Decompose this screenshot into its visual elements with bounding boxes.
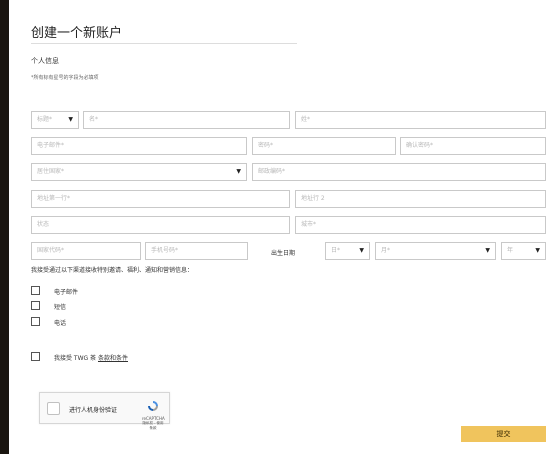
required-note: *所有标有星号的字段为必填项 <box>31 75 99 81</box>
chevron-down-icon: ▼ <box>485 247 490 254</box>
submit-button[interactable]: 提交 <box>461 426 546 442</box>
month-placeholder: 月* <box>381 247 391 254</box>
salutation-placeholder: 标题* <box>37 116 53 123</box>
address-line2-field[interactable]: 地址行 2 <box>295 190 546 208</box>
recaptcha-checkbox[interactable] <box>47 402 60 415</box>
country-placeholder: 居住国家* <box>37 168 65 175</box>
recaptcha-logo: reCAPTCHA 隐私权 - 使用条款 <box>142 397 165 431</box>
consent-phone-checkbox[interactable] <box>31 317 40 326</box>
chevron-down-icon: ▼ <box>535 247 540 254</box>
terms-prefix: 我接受 TWG 茶 <box>54 355 97 362</box>
last-name-field[interactable]: 姓* <box>295 111 546 129</box>
salutation-select[interactable]: 标题* ▼ <box>31 111 79 129</box>
recaptcha-widget: 进行人机身份验证 reCAPTCHA 隐私权 - 使用条款 <box>39 392 170 430</box>
recaptcha-label: 进行人机身份验证 <box>69 407 118 414</box>
chevron-down-icon: ▼ <box>236 168 241 175</box>
consent-sms-label: 短信 <box>54 304 67 311</box>
consent-phone-label: 电话 <box>54 320 67 327</box>
consent-intro: 我接受通过以下渠道接收特别邀请、福利、通知和营销信息： <box>31 267 194 274</box>
consent-email-checkbox[interactable] <box>31 286 40 295</box>
dob-month-select[interactable]: 月* ▼ <box>375 242 496 260</box>
city-field[interactable]: 城市* <box>295 216 546 234</box>
consent-sms-checkbox[interactable] <box>31 301 40 310</box>
password-field[interactable]: 密码* <box>252 137 396 155</box>
dob-year-select[interactable]: 年 ▼ <box>501 242 546 260</box>
terms-label: 我接受 TWG 茶 条款和条件 <box>54 353 128 362</box>
email-field[interactable]: 电子邮件* <box>31 137 247 155</box>
consent-email-label: 电子邮件 <box>54 289 79 296</box>
terms-link[interactable]: 条款和条件 <box>98 355 128 362</box>
country-code-field[interactable]: 国家代码* <box>31 242 141 260</box>
year-placeholder: 年 <box>507 247 514 254</box>
terms-checkbox[interactable] <box>31 352 40 361</box>
recaptcha-terms[interactable]: 隐私权 - 使用条款 <box>142 421 164 431</box>
phone-field[interactable]: 手机号码* <box>145 242 248 260</box>
section-heading: 个人信息 <box>31 57 59 65</box>
country-select[interactable]: 居住国家* ▼ <box>31 163 247 181</box>
state-field[interactable]: 状态 <box>31 216 290 234</box>
postcode-field[interactable]: 邮政编码* <box>252 163 546 181</box>
page-title: 创建一个新账户 <box>31 26 123 41</box>
dob-day-select[interactable]: 日* ▼ <box>325 242 370 260</box>
chevron-down-icon: ▼ <box>359 247 364 254</box>
day-placeholder: 日* <box>331 247 341 254</box>
address-line1-field[interactable]: 地址第一行* <box>31 190 290 208</box>
confirm-password-field[interactable]: 确认密码* <box>400 137 546 155</box>
title-divider <box>31 43 297 44</box>
chevron-down-icon: ▼ <box>68 116 73 123</box>
recaptcha-icon <box>148 401 158 411</box>
dob-label: 出生日期 <box>271 250 296 257</box>
first-name-field[interactable]: 名* <box>83 111 290 129</box>
registration-panel: 创建一个新账户 个人信息 *所有标有星号的字段为必填项 标题* ▼ 名* 姓* … <box>9 0 553 454</box>
